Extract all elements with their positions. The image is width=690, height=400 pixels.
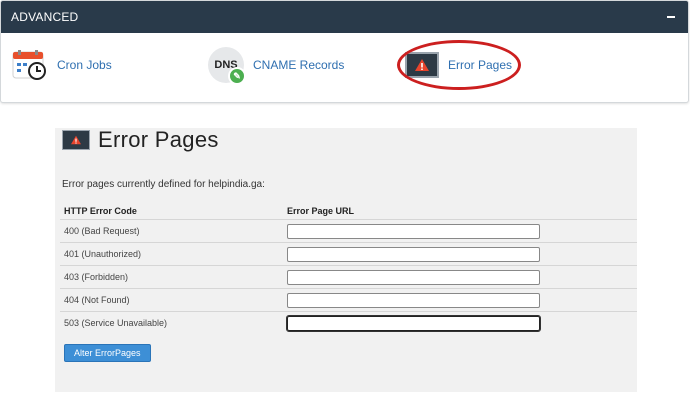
advanced-panel: ADVANCED Cron Jobs DNS ✎ CNAME Records E… — [0, 0, 689, 103]
error-pages-heading: Error Pages — [62, 129, 219, 151]
table-header-row: HTTP Error Code Error Page URL — [60, 202, 637, 220]
cron-jobs-label: Cron Jobs — [57, 58, 112, 72]
error-url-input-400[interactable] — [287, 223, 540, 239]
url-cell — [283, 242, 637, 266]
warning-icon — [62, 130, 90, 150]
table-row: 404 (Not Found) — [60, 288, 637, 312]
error-url-input-401[interactable] — [287, 246, 540, 262]
error-code-cell: 400 (Bad Request) — [60, 219, 283, 243]
table-row: 401 (Unauthorized) — [60, 242, 637, 266]
table-row: 403 (Forbidden) — [60, 265, 637, 289]
error-code-cell: 403 (Forbidden) — [60, 265, 283, 289]
cname-records-label: CNAME Records — [253, 58, 345, 72]
url-cell — [283, 265, 637, 289]
column-header: HTTP Error Code — [60, 202, 283, 220]
advanced-title: ADVANCED — [11, 10, 79, 24]
url-cell — [283, 312, 637, 335]
error-url-input-403[interactable] — [287, 269, 540, 285]
table-row: 503 (Service Unavailable) — [60, 312, 637, 335]
pencil-icon: ✎ — [228, 67, 246, 85]
url-cell — [283, 288, 637, 312]
advanced-header[interactable]: ADVANCED — [1, 1, 688, 33]
error-pages-table: HTTP Error Code Error Page URL 400 (Bad … — [60, 202, 637, 334]
error-pages-link[interactable]: Error Pages — [405, 45, 512, 85]
error-code-cell: 401 (Unauthorized) — [60, 242, 283, 266]
url-cell — [283, 219, 637, 243]
error-code-cell: 503 (Service Unavailable) — [64, 318, 168, 328]
page-title: Error Pages — [98, 127, 219, 152]
alter-error-pages-button[interactable]: Alter ErrorPages — [64, 344, 151, 362]
advanced-items: Cron Jobs DNS ✎ CNAME Records Error Page… — [1, 33, 688, 102]
table-row: 400 (Bad Request) — [60, 219, 637, 243]
error-pages-label: Error Pages — [448, 58, 513, 72]
warning-icon — [405, 52, 439, 78]
dns-edit-icon: DNS ✎ — [208, 47, 246, 85]
calendar-clock-icon — [12, 49, 48, 81]
cname-records-link[interactable]: DNS ✎ CNAME Records — [208, 45, 344, 85]
error-url-input-404[interactable] — [287, 292, 540, 308]
error-pages-panel: Error Pages Error pages currently define… — [55, 128, 637, 392]
error-pages-description: Error pages currently defined for helpin… — [62, 179, 265, 190]
error-url-input-503[interactable] — [286, 314, 541, 332]
minus-icon — [667, 16, 675, 18]
collapse-button[interactable] — [664, 10, 678, 24]
error-code-cell: 404 (Not Found) — [60, 288, 283, 312]
cron-jobs-link[interactable]: Cron Jobs — [12, 45, 112, 85]
column-header: Error Page URL — [283, 202, 637, 220]
